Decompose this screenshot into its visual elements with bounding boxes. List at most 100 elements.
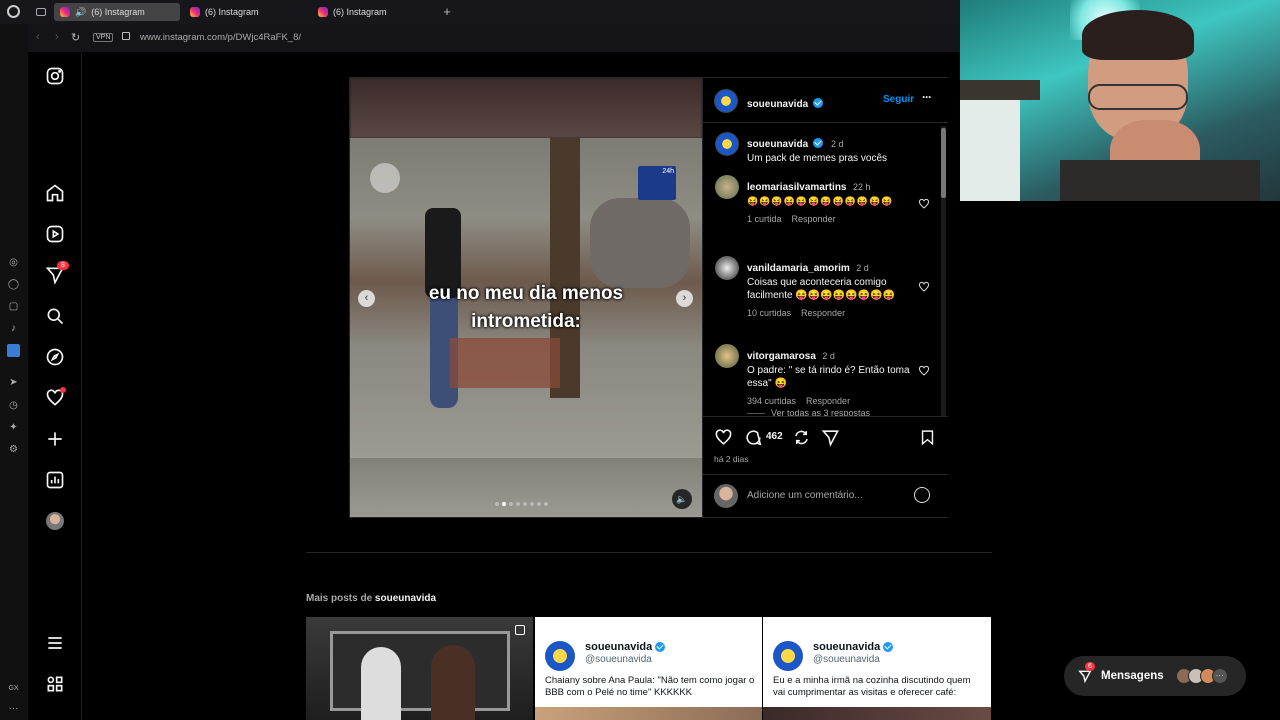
comments-scroll[interactable]: soueunavida 2 d Um pack de memes pras vo…	[703, 124, 948, 416]
direct-icon[interactable]: 8	[43, 261, 69, 287]
tab-instagram-3[interactable]: (6) Instagram	[312, 3, 438, 21]
next-slide-button[interactable]: ›	[676, 290, 693, 307]
shelf	[960, 80, 1040, 100]
instagram-logo-icon[interactable]	[43, 64, 67, 88]
reply-button[interactable]: Responder	[792, 214, 836, 224]
opera-logo-icon[interactable]	[7, 5, 20, 18]
post-media[interactable]: 24h eu no meu dia menos intrometida: ‹ ›…	[350, 78, 702, 517]
like-comment-icon[interactable]	[918, 280, 930, 292]
video-frame	[350, 78, 702, 138]
tiktok-icon[interactable]: ♪	[7, 322, 20, 335]
verified-badge-icon	[812, 97, 823, 108]
settings-icon[interactable]: ⚙	[7, 443, 20, 456]
view-replies-link[interactable]: Ver todas as 3 respostas	[747, 408, 870, 416]
send-icon[interactable]: ➤	[7, 376, 20, 389]
more-post-card[interactable]: soueunavida @soueunavida Eu e a minha ir…	[763, 617, 991, 720]
reply-button[interactable]: Responder	[806, 396, 850, 406]
gx-control-button[interactable]: GX	[7, 682, 20, 695]
explore-icon[interactable]	[43, 345, 67, 369]
recent-chat-avatars: ···	[1175, 668, 1228, 684]
tab-instagram-2[interactable]: (6) Instagram	[184, 3, 310, 21]
threads-apps-icon[interactable]	[43, 672, 67, 696]
more-menu-icon[interactable]	[43, 631, 67, 655]
person-figure	[431, 645, 475, 720]
author-avatar	[773, 641, 803, 671]
follow-button[interactable]: Seguir	[883, 94, 914, 105]
commenter-avatar[interactable]	[715, 344, 739, 368]
repost-icon[interactable]	[792, 428, 811, 452]
like-icon[interactable]	[714, 428, 733, 452]
comment-icon[interactable]	[744, 428, 763, 452]
tab-instagram-1[interactable]: 🔊 (6) Instagram	[54, 3, 180, 21]
carousel-dots	[495, 502, 548, 506]
posted-time: há 2 dias	[714, 454, 749, 464]
comment-count: 462	[766, 431, 783, 442]
home-icon[interactable]	[43, 181, 67, 205]
more-options-icon[interactable]: ···	[922, 90, 932, 104]
extensions-icon[interactable]: ✦	[7, 421, 20, 434]
instagram-page: 8 24h eu no meu dia menos intrometida: ‹…	[28, 52, 992, 720]
author-username[interactable]: soueunavida	[747, 99, 808, 110]
webcam-overlay	[960, 0, 1280, 201]
author-avatar[interactable]	[714, 89, 738, 113]
chatgpt-icon[interactable]: ◎	[7, 256, 20, 269]
comment-likes[interactable]: 394 curtidas	[747, 396, 796, 406]
caption-avatar[interactable]	[715, 132, 739, 156]
tab-title: (6) Instagram	[333, 7, 387, 17]
history-icon[interactable]: ◷	[7, 399, 20, 412]
author-avatar	[545, 641, 575, 671]
emoji-icon[interactable]	[914, 487, 930, 503]
comment-input[interactable]: Adicione um comentário...	[747, 490, 863, 501]
tab-island-icon[interactable]	[36, 8, 46, 16]
like-comment-icon[interactable]	[918, 197, 930, 209]
whatsapp-icon[interactable]: ◯	[7, 278, 20, 291]
carousel-icon	[515, 625, 525, 635]
person-figure	[361, 647, 401, 720]
comment-text: O padre: " se tá rindo é? Então toma ess…	[747, 365, 910, 389]
post-container: 24h eu no meu dia menos intrometida: ‹ ›…	[349, 77, 948, 518]
search-icon[interactable]	[43, 304, 67, 328]
comments-scrollbar[interactable]	[941, 126, 946, 416]
reload-icon[interactable]: ↻	[71, 31, 80, 44]
comment-item: leomariasilvamartins 22 h 😝😝😝😝😝😝😝😝😝😝😝😝 1…	[715, 175, 930, 245]
url-field[interactable]: www.instagram.com/p/DWjc4RaFK_8/	[140, 32, 301, 43]
more-posts-label: Mais posts de soueunavida	[306, 593, 437, 604]
new-tab-button[interactable]: +	[440, 4, 454, 20]
comment-likes[interactable]: 1 curtida	[747, 214, 782, 224]
notification-dot	[60, 387, 66, 393]
direct-icon: 6	[1078, 662, 1095, 684]
current-user-avatar	[714, 484, 738, 508]
back-icon[interactable]: ‹	[36, 31, 40, 43]
post-side-panel: soueunavida Seguir ··· soueunavida 2 d U…	[702, 78, 948, 517]
lock-icon[interactable]	[122, 32, 130, 40]
save-icon[interactable]	[919, 428, 936, 452]
maps-icon[interactable]	[7, 344, 20, 357]
forward-icon[interactable]: ›	[55, 31, 59, 43]
vpn-badge[interactable]: VPN	[93, 33, 114, 42]
prev-slide-button[interactable]: ‹	[358, 290, 375, 307]
comment-username[interactable]: vanildamaria_amorim	[747, 263, 850, 274]
glasses	[1088, 84, 1188, 110]
more-icon[interactable]: ···	[7, 702, 20, 715]
profile-avatar[interactable]	[43, 509, 67, 533]
instagram-nav: 8	[28, 52, 82, 720]
dashboard-icon[interactable]	[43, 468, 67, 492]
messages-button[interactable]: 6 Mensagens ···	[1064, 656, 1246, 696]
comment-likes[interactable]: 10 curtidas	[747, 308, 791, 318]
comment-username[interactable]: vitorgamarosa	[747, 351, 816, 362]
volume-button[interactable]: 🔈	[672, 489, 692, 509]
like-comment-icon[interactable]	[918, 364, 930, 376]
create-icon[interactable]	[43, 427, 67, 451]
commenter-avatar[interactable]	[715, 256, 739, 280]
comment-username[interactable]: leomariasilvamartins	[747, 182, 847, 193]
notifications-heart-icon[interactable]	[43, 386, 67, 410]
reply-button[interactable]: Responder	[801, 308, 845, 318]
share-icon[interactable]	[821, 428, 840, 452]
more-post-thumbnail[interactable]	[306, 617, 533, 720]
caption-username[interactable]: soueunavida	[747, 139, 808, 150]
more-post-card[interactable]: soueunavida @soueunavida Chaiany sobre A…	[535, 617, 762, 720]
speaker-icon[interactable]: 🔊	[75, 7, 86, 18]
instagram-icon[interactable]: ▢	[7, 300, 20, 313]
commenter-avatar[interactable]	[715, 175, 739, 199]
reels-icon[interactable]	[43, 222, 67, 246]
